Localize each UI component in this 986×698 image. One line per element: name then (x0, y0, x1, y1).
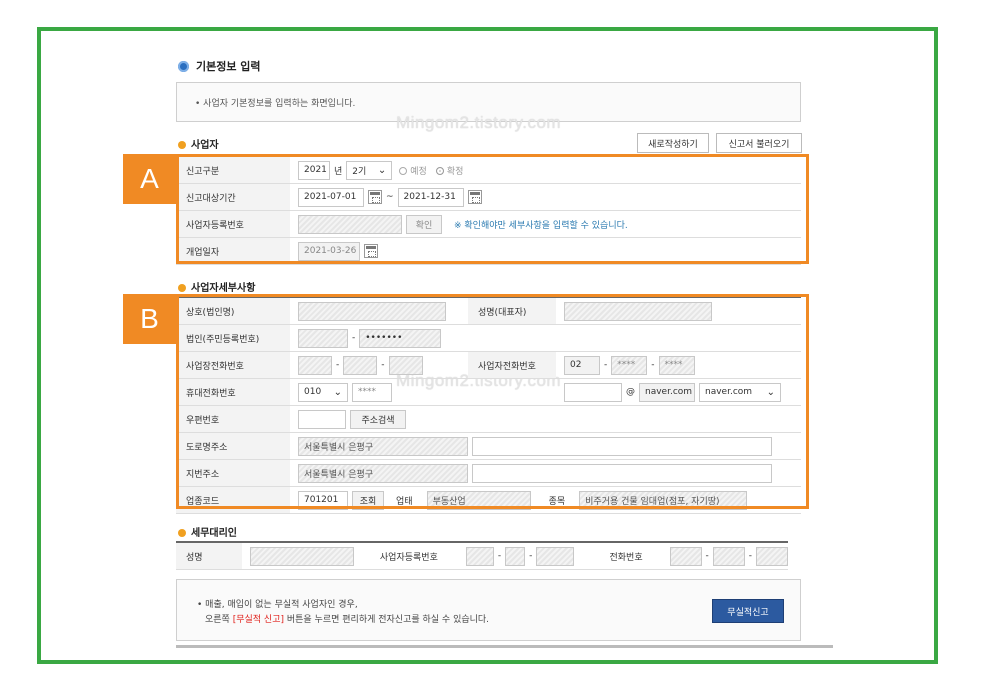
section-bullet-icon (178, 141, 186, 149)
agent-name-input[interactable] (250, 546, 354, 566)
agent-regno-3[interactable] (536, 546, 575, 566)
agent-phone-3[interactable] (756, 546, 788, 566)
new-form-button[interactable]: 새로작성하기 (637, 133, 709, 153)
bottom-divider (176, 645, 833, 648)
section-business: 사업자 (178, 136, 219, 151)
section-detail: 사업자세부사항 (178, 279, 255, 294)
annotation-label-a: A (123, 154, 176, 204)
load-report-button[interactable]: 신고서 불러오기 (716, 133, 802, 153)
section-agent: 세무대리인 (178, 524, 237, 539)
section-bullet-icon (178, 529, 186, 537)
page-title: 기본정보 입력 (178, 58, 261, 74)
notice-box: • 매출, 매입이 없는 무실적 사업자인 경우, 오른쪽 [무실적 신고] 버… (176, 579, 801, 641)
agent-phone-1[interactable] (669, 546, 702, 566)
highlight-box-b (176, 294, 809, 509)
highlight-box-a (176, 154, 809, 264)
agent-regno-1[interactable] (465, 546, 494, 566)
section-bullet-icon (178, 284, 186, 292)
no-sales-report-button[interactable]: 무실적신고 (712, 599, 784, 623)
watermark: Mingom2.tistory.com (396, 113, 562, 132)
agent-regno-2[interactable] (505, 546, 526, 566)
agent-phone-2[interactable] (712, 546, 745, 566)
info-bullet-icon (178, 60, 189, 72)
row-agent: 성명 사업자등록번호 - - 전화번호 - - (176, 543, 788, 570)
annotation-label-b: B (123, 294, 176, 344)
agent-table: 성명 사업자등록번호 - - 전화번호 - - (176, 541, 788, 570)
